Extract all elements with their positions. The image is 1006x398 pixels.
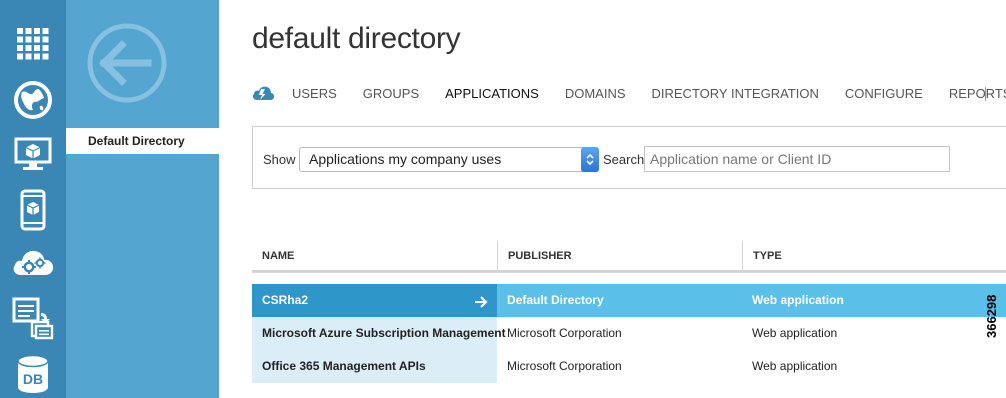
row-arrow-right-icon[interactable]: [474, 295, 488, 313]
database-icon: DB: [16, 354, 50, 394]
cell-name: CSRha2: [252, 284, 497, 317]
rail-item-mobile-services[interactable]: [0, 186, 66, 234]
directory-cloud-icon: [252, 85, 275, 106]
directory-nav-panel: Default Directory: [66, 0, 219, 398]
globe-icon: [13, 80, 53, 120]
rail-item-sql-databases[interactable]: DB: [0, 350, 66, 398]
cell-type: Web application: [752, 293, 844, 307]
search-label: Search: [603, 152, 645, 167]
mobile-icon: [20, 189, 46, 231]
monitor-icon: [14, 137, 52, 171]
tab-groups[interactable]: GROUPS: [363, 86, 445, 101]
cell-name: Office 365 Management APIs: [252, 350, 497, 383]
search-input[interactable]: [644, 146, 950, 172]
rail-item-storage[interactable]: [0, 294, 66, 342]
column-header-name[interactable]: NAME: [252, 241, 497, 270]
show-filter-value: Applications my company uses: [309, 151, 502, 167]
rail-item-virtual-machines[interactable]: [0, 130, 66, 178]
icon-rail: DB: [0, 0, 66, 398]
table-header: NAME PUBLISHER TYPE: [252, 241, 1006, 273]
nav-item-default-directory[interactable]: Default Directory: [66, 128, 219, 154]
tab-reports[interactable]: REPORTS: [949, 86, 1006, 101]
cell-publisher: Microsoft Corporation: [507, 326, 622, 340]
figure-id: 366298: [984, 294, 999, 338]
back-arrow-icon: [86, 23, 168, 108]
tab-users[interactable]: USERS: [292, 86, 363, 101]
filter-panel: Show Applications my company uses Search: [252, 126, 1006, 189]
chevron-updown-icon: [581, 147, 599, 172]
table-row[interactable]: CSRha2 Default Directory Web application: [252, 284, 1006, 317]
cell-type: Web application: [752, 326, 838, 340]
tab-domains[interactable]: DOMAINS: [565, 86, 652, 101]
table-row[interactable]: Office 365 Management APIs Microsoft Cor…: [252, 350, 1006, 383]
back-button[interactable]: [86, 22, 168, 104]
tab-configure[interactable]: CONFIGURE: [845, 86, 949, 101]
table-row[interactable]: Microsoft Azure Subscription Management …: [252, 317, 1006, 350]
column-header-publisher[interactable]: PUBLISHER: [497, 241, 742, 270]
cell-publisher: Microsoft Corporation: [507, 359, 622, 373]
cell-type: Web application: [752, 359, 838, 373]
rail-item-all-items[interactable]: [0, 20, 66, 68]
rail-item-cloud-services[interactable]: [0, 238, 66, 286]
applications-table: NAME PUBLISHER TYPE CSRha2 Default Direc…: [252, 241, 1006, 383]
tab-bar: USERS GROUPS APPLICATIONS DOMAINS DIRECT…: [292, 86, 1006, 101]
tab-overflow-indicator: [985, 87, 987, 101]
page-title: default directory: [252, 22, 461, 55]
cloud-gear-icon: [11, 245, 55, 279]
column-header-type[interactable]: TYPE: [742, 241, 1006, 270]
rail-item-web-sites[interactable]: [0, 76, 66, 124]
show-filter-select[interactable]: Applications my company uses: [299, 147, 599, 172]
cell-publisher: Default Directory: [507, 293, 604, 307]
tab-directory-integration[interactable]: DIRECTORY INTEGRATION: [652, 86, 845, 101]
tab-applications[interactable]: APPLICATIONS: [445, 86, 565, 101]
cell-name: Microsoft Azure Subscription Management: [252, 317, 506, 350]
documents-icon: [12, 296, 54, 340]
show-label: Show: [263, 152, 296, 167]
grid-icon: [17, 28, 49, 60]
database-label: DB: [22, 371, 44, 387]
